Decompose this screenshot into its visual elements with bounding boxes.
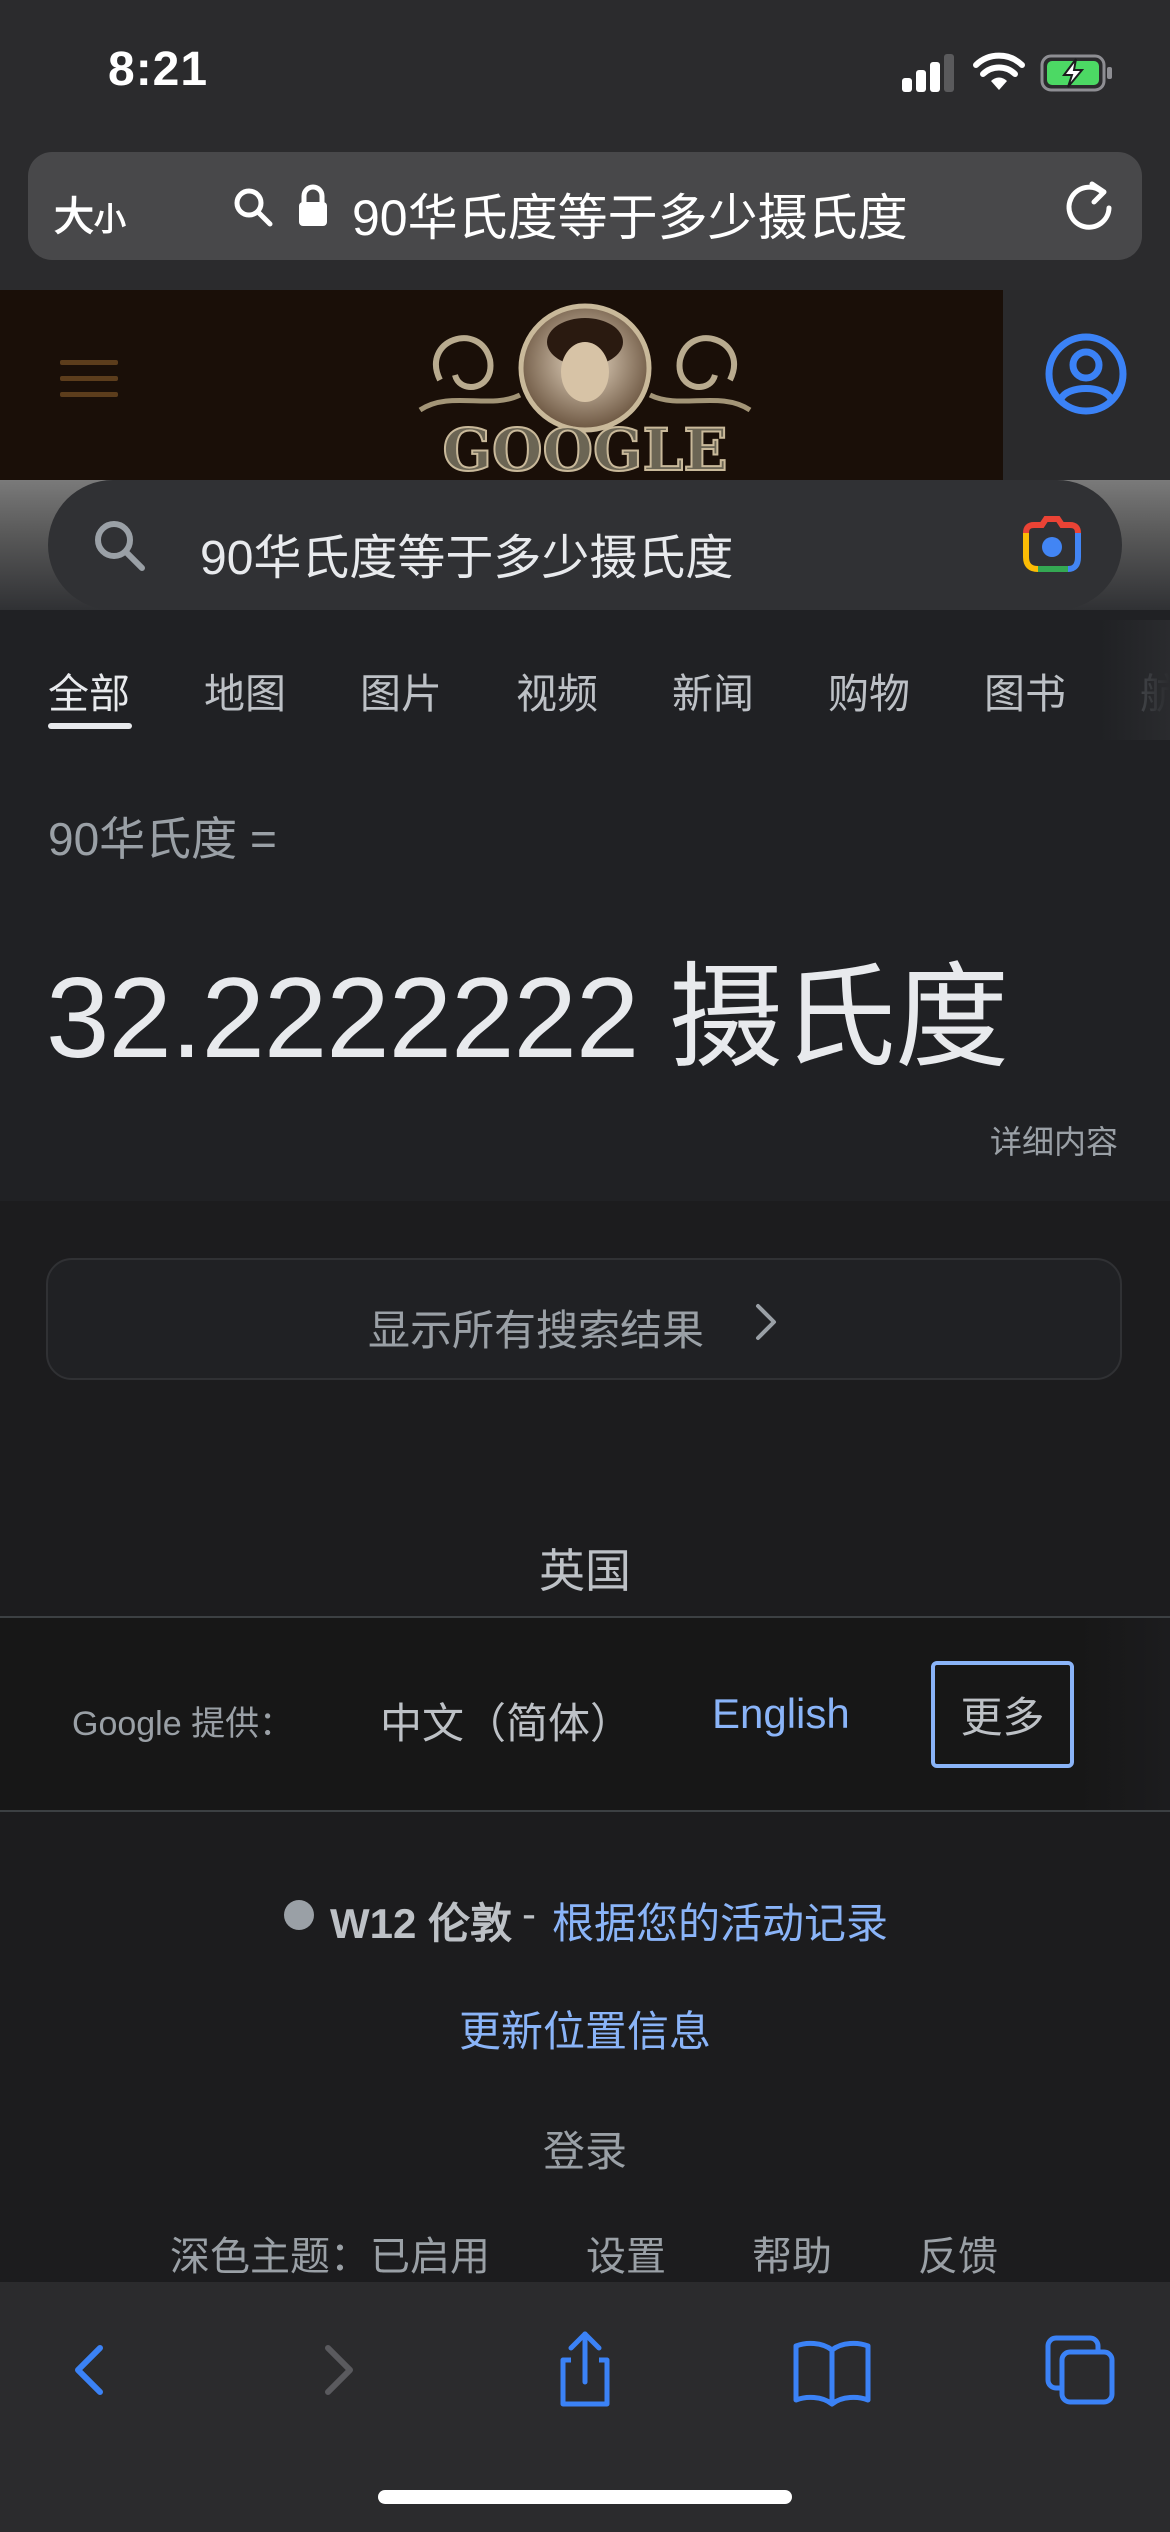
location-separator: - [522,1890,536,1937]
search-query[interactable]: 90华氏度等于多少摄氏度 [200,518,733,588]
lock-icon [299,184,327,226]
battery-charging-icon [1040,54,1112,92]
url-text[interactable]: 90华氏度等于多少摄氏度 [352,178,908,250]
tab-news[interactable]: 新闻 [672,660,754,720]
settings-link[interactable]: 设置 [586,2224,666,2282]
language-row-fade [1080,1618,1170,1810]
text-size-small-label: 小 [94,201,127,237]
chevron-right-icon [756,1304,776,1340]
tab-videos[interactable]: 视频 [516,660,598,720]
home-indicator [378,2490,792,2504]
status-time: 8:21 [108,43,209,96]
bookmarks-icon[interactable] [782,2320,882,2420]
show-all-results-label: 显示所有搜索结果 [368,1307,705,1354]
hamburger-menu-icon[interactable] [60,358,120,400]
share-icon[interactable] [535,2320,635,2420]
google-lens-camera-icon[interactable] [1020,515,1084,575]
conversion-result: 32.2222222 摄氏度 [46,955,1009,1082]
forward-icon[interactable] [290,2320,390,2420]
help-link[interactable]: 帮助 [752,2224,832,2282]
svg-text:GOOGLE: GOOGLE [442,416,727,480]
sign-in-link[interactable]: 登录 [0,2118,1170,2179]
search-icon [95,521,145,571]
search-icon [234,188,273,227]
tab-maps[interactable]: 地图 [204,660,286,720]
location-place: W12 伦敦 [330,1900,513,1947]
active-tab-indicator [48,723,132,729]
tabs-fade [1100,620,1170,740]
conversion-input: 90华氏度 = [48,813,277,865]
location-dot-icon [284,1900,314,1930]
details-link[interactable]: 详细内容 [990,1117,1118,1163]
text-size-button[interactable]: 大小 [54,184,126,242]
cellular-signal-icon [902,54,954,92]
tab-shopping[interactable]: 购物 [828,660,910,720]
dark-theme-link[interactable]: 深色主题：已启用 [170,2224,490,2282]
more-languages-button[interactable]: 更多 [931,1661,1074,1768]
tabs-icon[interactable] [1030,2320,1130,2420]
language-english-link[interactable]: English [712,1690,850,1738]
update-location-link[interactable]: 更新位置信息 [0,1998,1170,2059]
tab-all[interactable]: 全部 [48,660,130,720]
wifi-icon [973,52,1025,90]
google-doodle-logo[interactable]: GOOGLE [400,300,770,480]
offered-in-label: Google 提供： [72,1705,294,1743]
text-size-large-label: 大 [54,195,94,239]
account-avatar-icon[interactable] [1043,331,1129,417]
feedback-link[interactable]: 反馈 [918,2224,998,2282]
footer-country: 英国 [539,1545,631,1597]
language-chinese-simplified[interactable]: 中文（简体） [380,1690,632,1751]
tab-books[interactable]: 图书 [984,660,1066,720]
location-source-link[interactable]: 根据您的活动记录 [552,1890,888,1951]
divider [0,1810,1170,1812]
tab-images[interactable]: 图片 [360,660,442,720]
reload-icon[interactable] [1062,178,1116,236]
back-icon[interactable] [38,2320,138,2420]
